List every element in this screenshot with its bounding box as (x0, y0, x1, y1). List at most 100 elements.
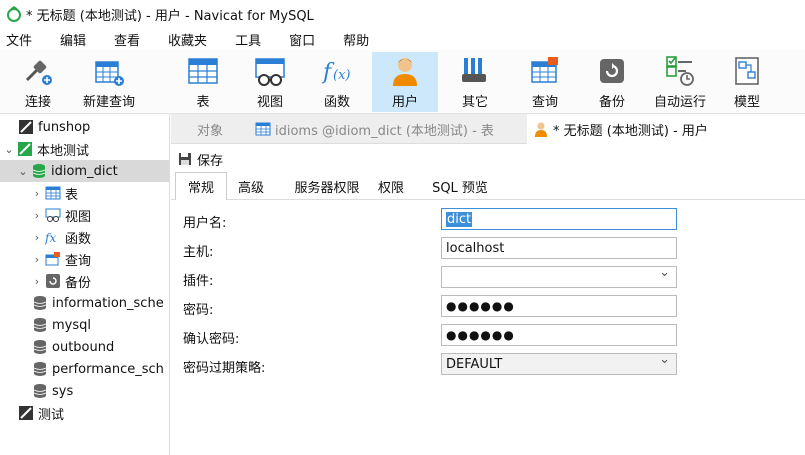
subtab-privileges[interactable]: 权限 (371, 172, 411, 200)
subtab-general[interactable]: 常规 (175, 172, 227, 200)
menu-edit[interactable]: 编辑 (54, 30, 98, 49)
chevron-down-icon[interactable]: ⌄ (4, 143, 14, 156)
view-icon (255, 58, 285, 86)
toolbar-connection-label: 连接 (24, 95, 51, 110)
tree-item-mysql[interactable]: mysql (0, 314, 169, 336)
connection-icon (19, 120, 33, 134)
tree-item-tables[interactable]: › 表 (0, 182, 169, 204)
confirm-password-input[interactable]: ●●●●●● (441, 324, 677, 346)
tree-item-test[interactable]: 测试 (0, 402, 169, 424)
tree-item-outbound[interactable]: outbound (0, 336, 169, 358)
toolbar-other-label: 其它 (461, 95, 488, 110)
tree-item-backups[interactable]: › 备份 (0, 270, 169, 292)
database-icon (33, 340, 47, 354)
view-icon (45, 208, 61, 222)
subtab-sql-preview[interactable]: SQL 预览 (423, 172, 497, 200)
toolbar-connection-button[interactable]: 连接 (8, 52, 68, 112)
toolbar-table-label: 表 (196, 95, 210, 110)
save-icon (179, 153, 191, 165)
tab-objects[interactable]: 对象 (171, 114, 249, 144)
connection-icon (19, 406, 33, 420)
host-input[interactable]: localhost (441, 237, 677, 259)
toolbar-backup-button[interactable]: 备份 (584, 52, 640, 112)
subtab-server-privileges[interactable]: 服务器权限 (287, 172, 367, 200)
toolbar-user-label: 用户 (391, 95, 418, 110)
password-label: 密码: (183, 303, 214, 318)
chevron-down-icon[interactable]: ⌄ (18, 165, 28, 178)
toolbar-query-button[interactable]: 查询 (514, 52, 576, 112)
svg-text:fx: fx (45, 231, 56, 245)
password-expiry-label: 密码过期策略: (183, 361, 266, 376)
confirm-password-label: 确认密码: (183, 332, 240, 347)
subtab-advanced[interactable]: 高级 (229, 172, 273, 200)
tree-item-views[interactable]: › 视图 (0, 204, 169, 226)
main-toolbar: 连接 新建查询 表 视图 f (x) 函数 用户 其它 查询 备份 自动运行 模… (0, 50, 805, 114)
plugin-label: 插件: (183, 274, 214, 289)
tree-item-local-test[interactable]: ⌄ 本地测试 (0, 138, 169, 160)
toolbar-query-label: 查询 (531, 95, 558, 110)
menu-tools[interactable]: 工具 (229, 30, 273, 49)
database-icon (33, 362, 47, 376)
menu-favorites[interactable]: 收藏夹 (162, 30, 219, 49)
tree-item-functions[interactable]: › fx 函数 (0, 226, 169, 248)
tools-icon (462, 58, 486, 82)
database-icon (32, 164, 46, 178)
chevron-right-icon[interactable]: › (32, 231, 42, 244)
navicat-logo-icon (7, 6, 21, 22)
function-icon: f (x) (321, 60, 350, 85)
connection-icon (18, 142, 32, 156)
toolbar-new-query-button[interactable]: 新建查询 (76, 52, 142, 112)
tree-item-sys[interactable]: sys (0, 380, 169, 402)
chevron-right-icon[interactable]: › (32, 275, 42, 288)
tree-item-idiom-dict[interactable]: ⌄ idiom_dict (0, 160, 169, 182)
toolbar-view-button[interactable]: 视图 (238, 52, 302, 112)
toolbar-function-label: 函数 (323, 95, 350, 110)
save-button[interactable]: 保存 (197, 150, 223, 169)
backup-icon (600, 59, 624, 83)
plugin-select[interactable] (441, 265, 677, 288)
backup-icon (46, 274, 60, 288)
connection-tree: funshop ⌄ 本地测试 ⌄ idiom_dict › 表 › 视图 › f… (0, 114, 170, 455)
title-bar: * 无标题 (本地测试) - 用户 - Navicat for MySQL (0, 0, 805, 28)
chevron-right-icon[interactable]: › (32, 253, 42, 266)
function-icon: fx (45, 231, 56, 245)
user-icon (393, 58, 417, 86)
toolbar-model-label: 模型 (733, 95, 760, 110)
tab-idioms-table[interactable]: idioms @idiom_dict (本地测试) - 表 (251, 114, 525, 144)
tree-item-funshop[interactable]: funshop (0, 116, 169, 138)
toolbar-user-button[interactable]: 用户 (372, 52, 438, 112)
toolbar-new-query-label: 新建查询 (82, 95, 135, 110)
table-icon (255, 122, 271, 136)
username-label: 用户名: (183, 216, 227, 231)
automation-icon (666, 56, 694, 86)
database-icon (33, 318, 47, 332)
window-title: * 无标题 (本地测试) - 用户 - Navicat for MySQL (26, 8, 314, 24)
password-expiry-select[interactable]: DEFAULT (441, 352, 677, 375)
password-input[interactable]: ●●●●●● (441, 295, 677, 317)
user-general-form: 用户名: dict 主机: localhost 插件: 密码: ●●●●●● 确… (171, 200, 805, 455)
toolbar-table-button[interactable]: 表 (172, 52, 234, 112)
chevron-right-icon[interactable]: › (32, 209, 42, 222)
tree-item-queries[interactable]: › 查询 (0, 248, 169, 270)
toolbar-other-button[interactable]: 其它 (442, 52, 508, 112)
editor-subtabs: 常规 高级 服务器权限 权限 SQL 预览 (171, 172, 805, 200)
menu-view[interactable]: 查看 (108, 30, 152, 49)
table-icon (188, 58, 218, 84)
tree-item-performance-schema[interactable]: performance_sch (0, 358, 169, 380)
tree-item-information-schema[interactable]: information_sche (0, 292, 169, 314)
toolbar-model-button[interactable]: 模型 (722, 52, 772, 112)
database-icon (33, 296, 47, 310)
toolbar-automation-label: 自动运行 (653, 95, 706, 110)
menu-window[interactable]: 窗口 (283, 30, 327, 49)
user-icon (535, 122, 547, 137)
svg-text:(x): (x) (333, 68, 350, 83)
chevron-right-icon[interactable]: › (32, 187, 42, 200)
new-query-icon (95, 61, 124, 86)
query-icon (531, 57, 558, 83)
toolbar-automation-button[interactable]: 自动运行 (646, 52, 714, 112)
username-input[interactable]: dict (441, 208, 677, 230)
menu-file[interactable]: 文件 (0, 30, 44, 49)
menu-help[interactable]: 帮助 (337, 30, 381, 49)
tab-untitled-user[interactable]: * 无标题 (本地测试) - 用户 (527, 114, 805, 144)
toolbar-function-button[interactable]: f (x) 函数 (306, 52, 368, 112)
